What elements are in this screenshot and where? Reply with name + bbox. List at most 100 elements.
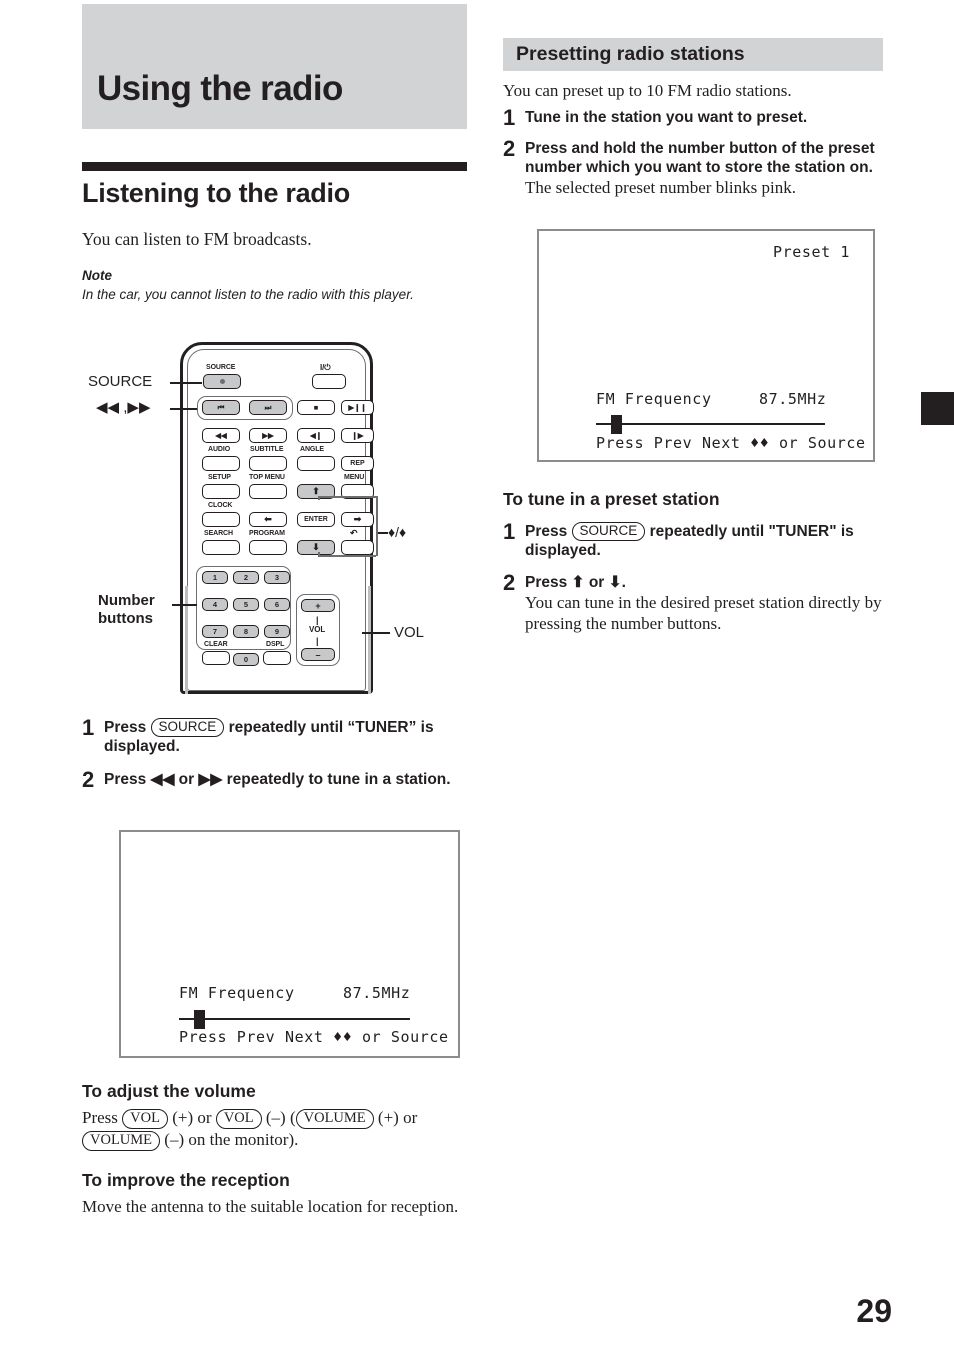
remote-play-pause-button[interactable]: ▶❙❙ xyxy=(341,400,374,415)
screen-fm-value: 87.5MHz xyxy=(343,984,411,1002)
vol-or-1: or xyxy=(197,1108,212,1127)
remote-down-button[interactable]: ⬇ xyxy=(297,540,335,555)
remote-source-button[interactable] xyxy=(203,374,241,389)
remote-label-top-menu: TOP MENU xyxy=(249,474,285,481)
remote-clear-button[interactable] xyxy=(202,651,230,665)
callout-vol: VOL xyxy=(394,624,425,641)
remote-search-button[interactable] xyxy=(202,540,240,555)
remote-angle-button[interactable] xyxy=(297,456,335,471)
vol-token-minus[interactable]: VOL xyxy=(215,1109,262,1129)
volume-minus-sign: (–) xyxy=(164,1130,185,1149)
leader-updown xyxy=(376,532,388,534)
leader-source xyxy=(170,382,202,384)
source-button-token[interactable]: SOURCE xyxy=(150,718,225,737)
reception-body: Move the antenna to the suitable locatio… xyxy=(82,1197,459,1216)
remote-number-1[interactable]: 1 xyxy=(202,571,228,584)
callout-number-buttons-line1: Number xyxy=(98,592,155,609)
section-rule xyxy=(82,162,467,171)
remote-left-button[interactable]: ⬅ xyxy=(249,512,287,527)
remote-number-3[interactable]: 3 xyxy=(264,571,290,584)
remote-number-7[interactable]: 7 xyxy=(202,625,228,638)
remote-number-0[interactable]: 0 xyxy=(233,653,259,666)
remote-control-illustration: SOURCE I/⏻ ⏮ ⏭ ■ ▶❙❙ ◀◀ ▶▶ ◀❙ ❙▶ AUDIO S… xyxy=(82,336,467,696)
remote-label-clear: CLEAR xyxy=(204,641,228,648)
remote-rep-button[interactable]: REP xyxy=(341,456,374,471)
remote-dspl-button[interactable] xyxy=(263,651,291,665)
remote-vol-plus-button[interactable]: + xyxy=(301,599,335,612)
source-button-token[interactable]: SOURCE xyxy=(571,522,646,541)
volume-text-press: Press xyxy=(82,1108,118,1127)
remote-program-button[interactable] xyxy=(249,540,287,555)
remote-fastforward-button[interactable]: ▶▶ xyxy=(249,428,287,443)
section-heading-listening: Listening to the radio xyxy=(82,178,350,208)
remote-label-return: ↶ xyxy=(350,528,358,538)
remote-label-power: I/⏻ xyxy=(320,363,331,372)
step-tune-preset-2: 2 Press ⬆ or ⬇. You can tune in the desi… xyxy=(503,570,883,634)
note-body: In the car, you cannot listen to the rad… xyxy=(82,287,414,302)
screen-fm-value: 87.5MHz xyxy=(759,390,827,408)
remote-setup-button[interactable] xyxy=(202,484,240,499)
step-number: 2 xyxy=(82,767,95,792)
remote-number-9[interactable]: 9 xyxy=(264,625,290,638)
remote-enter-button[interactable]: ENTER xyxy=(297,512,335,527)
source-dot-icon xyxy=(219,379,225,384)
vol-token-plus[interactable]: VOL xyxy=(122,1109,168,1129)
remote-vol-minus-button[interactable]: – xyxy=(301,648,335,661)
step-number: 2 xyxy=(503,570,516,595)
heading-improve-reception: To improve the reception xyxy=(82,1170,290,1190)
bracket-up-stub xyxy=(318,496,320,500)
heading-adjust-volume: To adjust the volume xyxy=(82,1081,256,1101)
screen-fm-label: FM Frequency xyxy=(596,390,712,408)
step-main-text: Press ⬆ or ⬇. xyxy=(525,574,626,591)
remote-number-5[interactable]: 5 xyxy=(233,598,259,611)
display-screen-preset: Preset 1 FM Frequency 87.5MHz Press Prev… xyxy=(537,229,875,462)
screen-hint: Press Prev Next ♦♦ or Source xyxy=(179,1028,449,1046)
remote-rail-right xyxy=(368,586,371,694)
screen-preset-label: Preset 1 xyxy=(772,243,850,261)
remote-prev-button[interactable]: ⏮ xyxy=(202,400,240,415)
step-preset-2: 2 Press and hold the number button of th… xyxy=(503,136,885,198)
remote-right-button[interactable]: ➡ xyxy=(341,512,374,527)
step-number: 2 xyxy=(503,136,516,161)
step-listen-2: 2 Press ◀◀ or ▶▶ repeatedly to tune in a… xyxy=(82,767,472,792)
callout-prev-next: ◀◀ ,▶▶ xyxy=(96,399,151,416)
remote-power-button[interactable] xyxy=(312,374,346,389)
volume-instruction: Press VOL (+) or VOL (–) (VOLUME (+) or … xyxy=(82,1107,472,1151)
bracket-down-stub xyxy=(318,552,320,556)
remote-step-back-button[interactable]: ◀❙ xyxy=(297,428,335,443)
callout-source: SOURCE xyxy=(88,373,153,390)
remote-subtitle-button[interactable] xyxy=(249,456,287,471)
intro-text-presetting: You can preset up to 10 FM radio station… xyxy=(503,81,792,100)
remote-label-dspl: DSPL xyxy=(266,641,285,648)
remote-audio-button[interactable] xyxy=(202,456,240,471)
remote-number-8[interactable]: 8 xyxy=(233,625,259,638)
callout-number-buttons-line2: buttons xyxy=(98,610,153,627)
display-screen-tuner: FM Frequency 87.5MHz Press Prev Next ♦♦ … xyxy=(119,830,460,1058)
remote-number-6[interactable]: 6 xyxy=(264,598,290,611)
screen-slider-track xyxy=(596,423,825,425)
volume-monitor-text: on the monitor). xyxy=(188,1130,299,1149)
remote-step-forward-button[interactable]: ❙▶ xyxy=(341,428,374,443)
bracket-updown-vertical xyxy=(376,496,378,556)
remote-rewind-button[interactable]: ◀◀ xyxy=(202,428,240,443)
manual-page: Using the radio Listening to the radio Y… xyxy=(0,0,954,1352)
remote-clock-button[interactable] xyxy=(202,512,240,527)
volume-token-plus[interactable]: VOLUME xyxy=(295,1109,374,1129)
step-text-before: Press xyxy=(525,523,568,540)
remote-top-menu-button[interactable] xyxy=(249,484,287,499)
remote-number-2[interactable]: 2 xyxy=(233,571,259,584)
step-text: Press SOURCE repeatedly until “TUNER” is… xyxy=(104,718,467,756)
chapter-banner xyxy=(82,4,467,129)
remote-label-clock: CLOCK xyxy=(208,502,233,509)
remote-vol-tick-upper: | xyxy=(316,615,319,625)
screen-fm-label: FM Frequency xyxy=(179,984,295,1002)
remote-return-button[interactable] xyxy=(341,540,374,555)
remote-label-program: PROGRAM xyxy=(249,530,285,537)
remote-next-button[interactable]: ⏭ xyxy=(249,400,287,415)
remote-stop-button[interactable]: ■ xyxy=(297,400,335,415)
volume-token-minus[interactable]: VOLUME xyxy=(82,1131,161,1151)
vol-minus-sign: (–) xyxy=(265,1108,286,1127)
step-listen-1: 1 Press SOURCE repeatedly until “TUNER” … xyxy=(82,717,467,756)
remote-number-4[interactable]: 4 xyxy=(202,598,228,611)
step-number: 1 xyxy=(503,105,516,130)
